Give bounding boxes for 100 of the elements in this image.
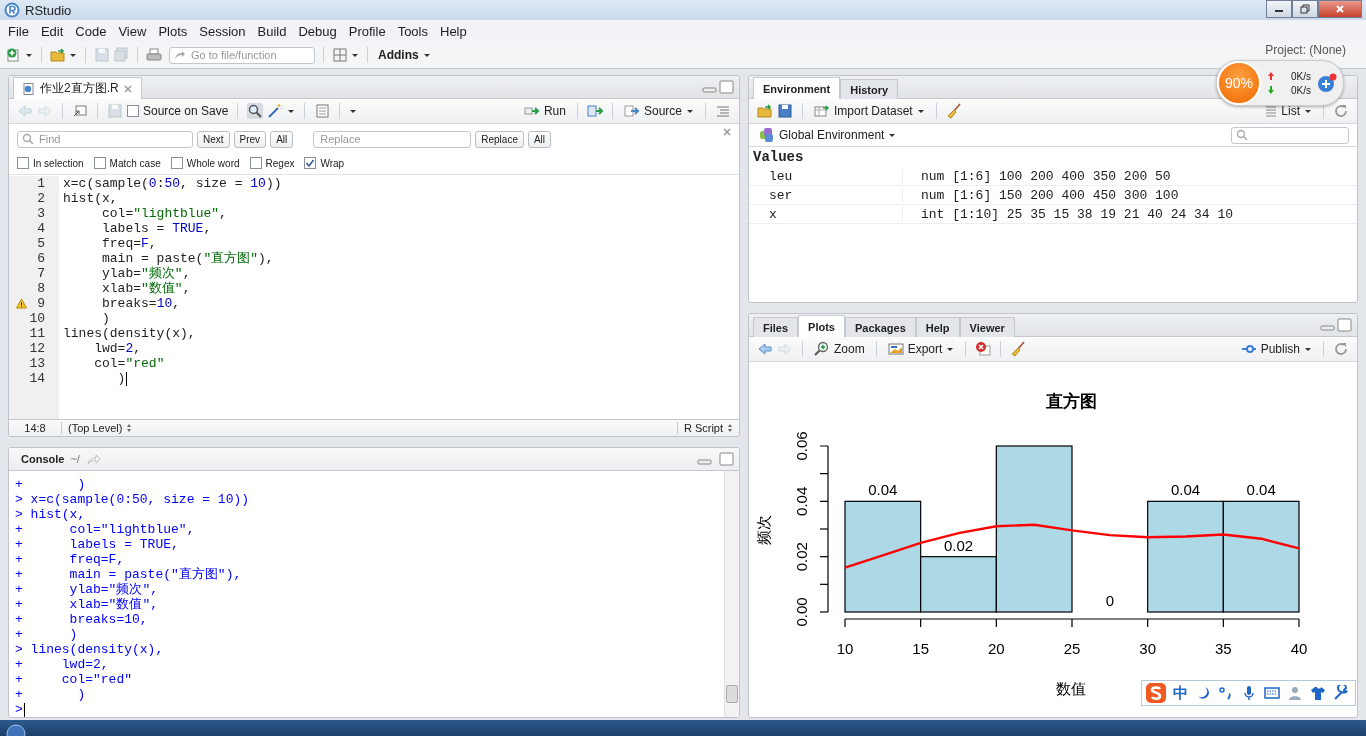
network-widget[interactable]: 90% 0K/s 0K/s (1216, 60, 1344, 106)
broom-icon[interactable] (1010, 341, 1027, 357)
console-line: + ) (15, 687, 87, 702)
caret-icon[interactable] (69, 51, 77, 59)
remove-plot-icon[interactable] (975, 341, 992, 357)
file-tab[interactable]: 作业2直方图.R (13, 77, 142, 99)
scrollbar[interactable] (724, 471, 739, 717)
broom-icon[interactable] (945, 103, 962, 119)
close-button[interactable] (1318, 0, 1362, 18)
checkbox[interactable] (127, 105, 139, 117)
user-icon[interactable] (1287, 685, 1303, 701)
scope-menu[interactable]: (Top Level) (62, 422, 139, 434)
run-button[interactable]: Run (521, 103, 568, 119)
environment-menu[interactable]: Global Environment (757, 127, 899, 143)
x-tick-label: 30 (1139, 640, 1156, 657)
caret-icon[interactable] (351, 51, 359, 59)
next-button[interactable]: Next (197, 130, 230, 148)
caret-icon[interactable] (287, 107, 296, 115)
pane-tab[interactable]: Packages (845, 317, 916, 337)
maximize-pane-icon[interactable] (719, 451, 735, 467)
search-icon[interactable] (247, 103, 264, 119)
find-field[interactable]: Find (17, 130, 193, 148)
go-to-file-field[interactable]: Go to file/function (169, 46, 315, 64)
save-icon[interactable] (777, 103, 793, 119)
find-all-button[interactable]: All (270, 130, 294, 148)
prev-button[interactable]: Prev (233, 130, 267, 148)
checkbox[interactable] (17, 157, 29, 169)
pane-tab[interactable]: Environment (753, 77, 841, 99)
pane-tab[interactable]: History (840, 79, 899, 99)
rerun-icon[interactable] (586, 103, 603, 119)
shirt-icon[interactable] (1310, 685, 1326, 701)
file-type-menu[interactable]: R Script (676, 422, 739, 434)
checkbox[interactable] (304, 157, 317, 169)
show-in-window-icon[interactable] (72, 103, 88, 119)
variable-value: num [1:6] 100 200 400 350 200 50 (920, 168, 1171, 184)
maximize-pane-icon[interactable] (719, 79, 735, 95)
notebook-icon[interactable] (314, 103, 331, 119)
view-mode-menu[interactable]: List (1263, 104, 1314, 118)
folder-icon[interactable] (757, 103, 773, 119)
menu-item[interactable]: Session (193, 23, 252, 39)
minimize-button[interactable] (1266, 0, 1292, 18)
code-line: hist(x, (63, 191, 118, 206)
plus-icon[interactable] (1317, 73, 1337, 93)
pane-tab[interactable]: Files (753, 317, 799, 337)
close-icon[interactable] (123, 84, 132, 93)
menu-item[interactable]: File (2, 23, 35, 39)
value-label: 0.04 (1246, 481, 1276, 499)
value-label: 0.02 (943, 536, 974, 554)
menu-item[interactable]: View (112, 23, 153, 39)
pane-tab[interactable]: Plots (798, 315, 845, 337)
replace-field[interactable]: Replace (313, 130, 472, 148)
checkbox[interactable] (93, 157, 106, 169)
caret-icon[interactable] (25, 51, 33, 59)
menu-item[interactable]: Profile (342, 23, 392, 39)
print-icon[interactable] (146, 47, 162, 63)
search-field[interactable] (1231, 126, 1349, 144)
checkbox[interactable] (170, 157, 183, 169)
checkbox[interactable] (249, 157, 262, 169)
caret-icon[interactable] (349, 107, 358, 115)
menu-item[interactable]: Tools (391, 23, 434, 39)
input-method-bar[interactable]: 中 (1141, 680, 1356, 706)
punctuation-icon[interactable] (1218, 685, 1234, 701)
project-menu[interactable]: Project: (None) (1265, 43, 1346, 57)
magic-wand-icon[interactable] (267, 103, 284, 119)
zoom-button[interactable]: Zoom (812, 341, 867, 357)
console-line: + ylab="频次", (15, 582, 160, 597)
outline-icon[interactable] (715, 103, 731, 119)
console-line: + freq=F, (15, 552, 125, 567)
keyboard-icon[interactable] (1264, 685, 1280, 701)
menu-item[interactable]: Build (251, 23, 293, 39)
menu-item[interactable]: Plots (152, 23, 194, 39)
addins-menu[interactable]: Addins (376, 48, 433, 62)
menu-item[interactable]: Help (434, 23, 473, 39)
console-line: + ) (15, 477, 87, 492)
replace-button[interactable]: Replace (475, 130, 524, 148)
refresh-icon[interactable] (1333, 341, 1349, 357)
menu-item[interactable]: Code (69, 23, 113, 39)
replace-all-button[interactable]: All (527, 130, 552, 148)
x-tick-label: 35 (1215, 640, 1232, 657)
menu-item[interactable]: Debug (292, 23, 343, 39)
close-icon[interactable] (723, 128, 731, 136)
scrollbar-thumb[interactable] (726, 685, 738, 703)
wrench-icon[interactable] (1333, 685, 1349, 701)
restore-button[interactable] (1292, 0, 1318, 18)
menu-item[interactable]: Edit (34, 23, 70, 39)
microphone-icon[interactable] (1241, 685, 1257, 701)
source-button[interactable]: Source (621, 103, 696, 119)
input-mode-label[interactable]: 中 (1173, 683, 1188, 703)
publish-menu[interactable]: Publish (1238, 341, 1314, 357)
pane-tab[interactable]: Help (915, 317, 960, 337)
pane-tab[interactable]: Viewer (959, 317, 1015, 337)
x-tick-label: 40 (1290, 640, 1308, 657)
back-arrow-icon[interactable] (757, 341, 773, 357)
variable-name: ser (749, 187, 903, 203)
line-number: 1 (37, 176, 45, 191)
export-menu[interactable]: Export (885, 341, 957, 357)
restore-icon (1300, 4, 1310, 14)
maximize-pane-icon[interactable] (1337, 317, 1353, 333)
import-dataset-button[interactable]: Import Dataset (812, 103, 927, 119)
refresh-icon[interactable] (1333, 103, 1349, 119)
